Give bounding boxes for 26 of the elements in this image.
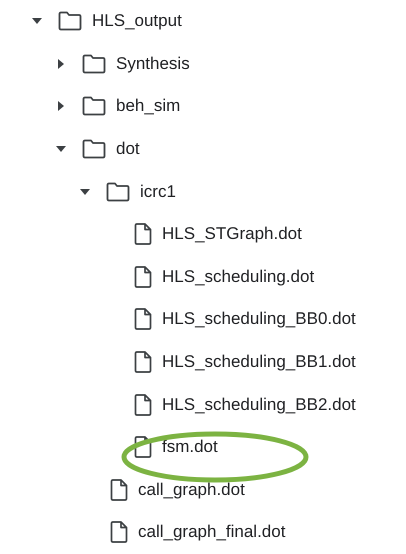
file-name[interactable]: HLS_scheduling_BB1.dot	[162, 352, 356, 372]
file-name[interactable]: HLS_scheduling_BB2.dot	[162, 394, 356, 415]
file-icon	[134, 436, 152, 458]
folder-name[interactable]: Synthesis	[116, 54, 190, 74]
file-name[interactable]: HLS_scheduling.dot	[162, 266, 314, 287]
folder-icon	[58, 11, 82, 32]
folder-name[interactable]: beh_sim	[116, 96, 180, 116]
folder-name[interactable]: dot	[116, 139, 140, 160]
file-name[interactable]: HLS_scheduling_BB0.dot	[162, 309, 356, 330]
file-name[interactable]: HLS_STGraph.dot	[162, 224, 302, 244]
file-name[interactable]: call_graph.dot	[138, 480, 245, 500]
file-icon	[134, 266, 152, 288]
folder-name[interactable]: HLS_output	[92, 11, 182, 32]
file-icon	[110, 521, 128, 544]
folder-icon	[82, 54, 106, 74]
folder-icon	[82, 96, 106, 116]
folder-name[interactable]: icrc1	[140, 182, 176, 202]
file-icon	[134, 223, 152, 246]
file-icon	[134, 308, 152, 330]
file-name[interactable]: call_graph_final.dot	[138, 522, 286, 542]
folder-icon	[82, 139, 106, 160]
file-icon	[134, 351, 152, 374]
file-icon	[110, 478, 128, 501]
file-icon	[134, 394, 152, 416]
file-name[interactable]: fsm.dot	[162, 437, 218, 458]
folder-icon	[106, 182, 130, 202]
